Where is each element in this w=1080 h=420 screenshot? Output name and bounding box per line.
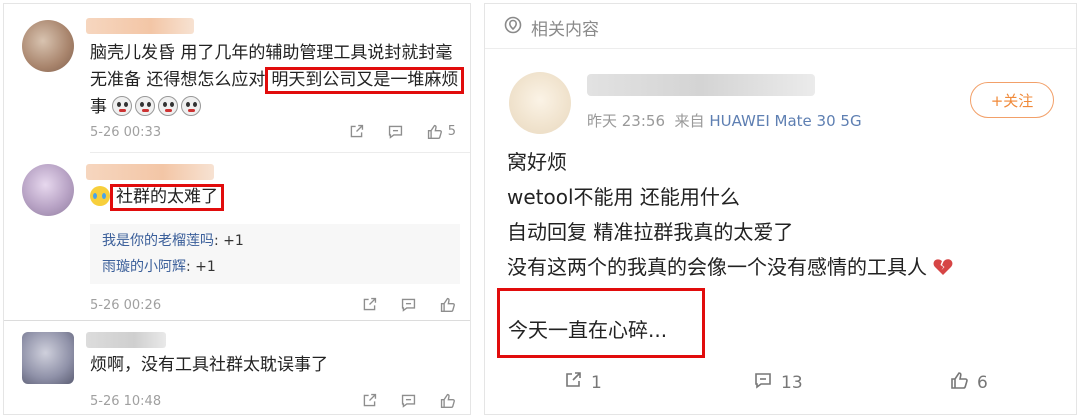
highlight-box: 明天到公司又是一堆麻烦 — [265, 67, 465, 94]
like-button[interactable]: 5 — [426, 123, 456, 140]
highlight-box: 社群的太难了 — [110, 184, 224, 211]
like-count: 5 — [447, 124, 456, 139]
comment-actions — [361, 296, 456, 313]
share-button[interactable]: 1 — [563, 370, 602, 395]
post-username-blurred[interactable] — [587, 74, 815, 96]
broken-heart-icon — [933, 252, 953, 275]
emoji-icon — [181, 96, 202, 116]
comment-2: 社群的太难了 我是你的老榴莲吗: +1 雨璇的小阿辉: +1 5-26 00:2… — [4, 152, 470, 318]
post-body: 窝好烦 wetool不能用 还能用什么 自动回复 精准拉群我真的太爱了 没有这两… — [507, 145, 953, 285]
username-blurred[interactable] — [86, 18, 194, 34]
crying-emoji-icon — [90, 186, 110, 206]
comment-icon[interactable] — [387, 123, 404, 140]
comment-actions: 5 — [348, 123, 456, 140]
post-line: 窝好烦 — [507, 150, 567, 174]
sub-replies: 我是你的老榴莲吗: +1 雨璇的小阿辉: +1 — [90, 224, 460, 284]
post-time: 昨天 23:56 — [587, 112, 665, 130]
comment-1: 脑壳儿发昏 用了几年的辅助管理工具说封就封毫 无准备 还得想怎么应对 明天到公司又… — [4, 4, 470, 152]
comment-text: 脑壳儿发昏 用了几年的辅助管理工具说封就封毫 无准备 还得想怎么应对 明天到公司又… — [90, 40, 470, 121]
share-icon[interactable] — [348, 123, 365, 140]
emoji-icon — [135, 96, 156, 116]
post-line: 没有这两个的我真的会像一个没有感情的工具人 — [507, 255, 927, 279]
post-highlight-text: 今天一直在心碎... — [508, 318, 668, 342]
avatar[interactable] — [22, 164, 74, 216]
username-blurred[interactable] — [86, 164, 214, 180]
reply-username[interactable]: 雨璇的小阿辉 — [102, 259, 186, 275]
post-meta: 昨天 23:56 来自 HUAWEI Mate 30 5G — [587, 112, 862, 130]
reply-username[interactable]: 我是你的老榴莲吗 — [102, 233, 214, 249]
like-icon — [949, 370, 969, 395]
like-button[interactable]: 6 — [949, 370, 988, 395]
highlight-box: 今天一直在心碎... — [497, 288, 705, 358]
share-icon — [563, 370, 583, 395]
share-count: 1 — [591, 372, 602, 393]
post-avatar[interactable] — [509, 72, 571, 134]
like-icon — [427, 124, 442, 139]
emoji-icon — [158, 96, 179, 116]
post-line: wetool不能用 还能用什么 — [507, 185, 740, 209]
share-icon[interactable] — [361, 296, 378, 313]
post-actions: 1 13 6 — [485, 366, 1076, 400]
username-blurred[interactable] — [86, 332, 166, 348]
comment-time: 5-26 00:33 — [90, 125, 162, 140]
comment-icon[interactable] — [400, 296, 417, 313]
post-line: 自动回复 精准拉群我真的太爱了 — [507, 220, 794, 244]
like-icon[interactable] — [439, 392, 456, 409]
sub-reply[interactable]: 雨璇的小阿辉: +1 — [102, 254, 448, 280]
comment-text: 社群的太难了 — [90, 184, 224, 211]
like-icon[interactable] — [439, 296, 456, 313]
comments-panel: 脑壳儿发昏 用了几年的辅助管理工具说封就封毫 无准备 还得想怎么应对 明天到公司又… — [3, 3, 471, 415]
emoji-icon — [112, 96, 133, 116]
comment-text: 烦啊，没有工具社群太耽误事了 — [90, 355, 328, 375]
share-icon[interactable] — [361, 392, 378, 409]
avatar[interactable] — [22, 20, 74, 72]
comment-icon — [753, 370, 773, 395]
like-count: 6 — [977, 372, 988, 393]
post-device[interactable]: HUAWEI Mate 30 5G — [709, 112, 861, 130]
sub-reply[interactable]: 我是你的老榴莲吗: +1 — [102, 228, 448, 254]
location-pin-icon — [503, 15, 523, 40]
follow-button[interactable]: +关注 — [970, 82, 1054, 118]
comment-icon[interactable] — [400, 392, 417, 409]
comment-count: 13 — [781, 372, 803, 393]
comment-time: 5-26 10:48 — [90, 394, 162, 409]
related-content-panel: 相关内容 昨天 23:56 来自 HUAWEI Mate 30 5G +关注 窝… — [484, 3, 1077, 415]
comment-actions — [361, 392, 456, 409]
comment-button[interactable]: 13 — [753, 370, 803, 395]
related-header: 相关内容 — [503, 15, 599, 40]
comment-time: 5-26 00:26 — [90, 298, 162, 313]
avatar[interactable] — [22, 332, 74, 384]
related-header-title: 相关内容 — [531, 20, 599, 40]
comment-3: 烦啊，没有工具社群太耽误事了 5-26 10:48 — [4, 322, 470, 416]
